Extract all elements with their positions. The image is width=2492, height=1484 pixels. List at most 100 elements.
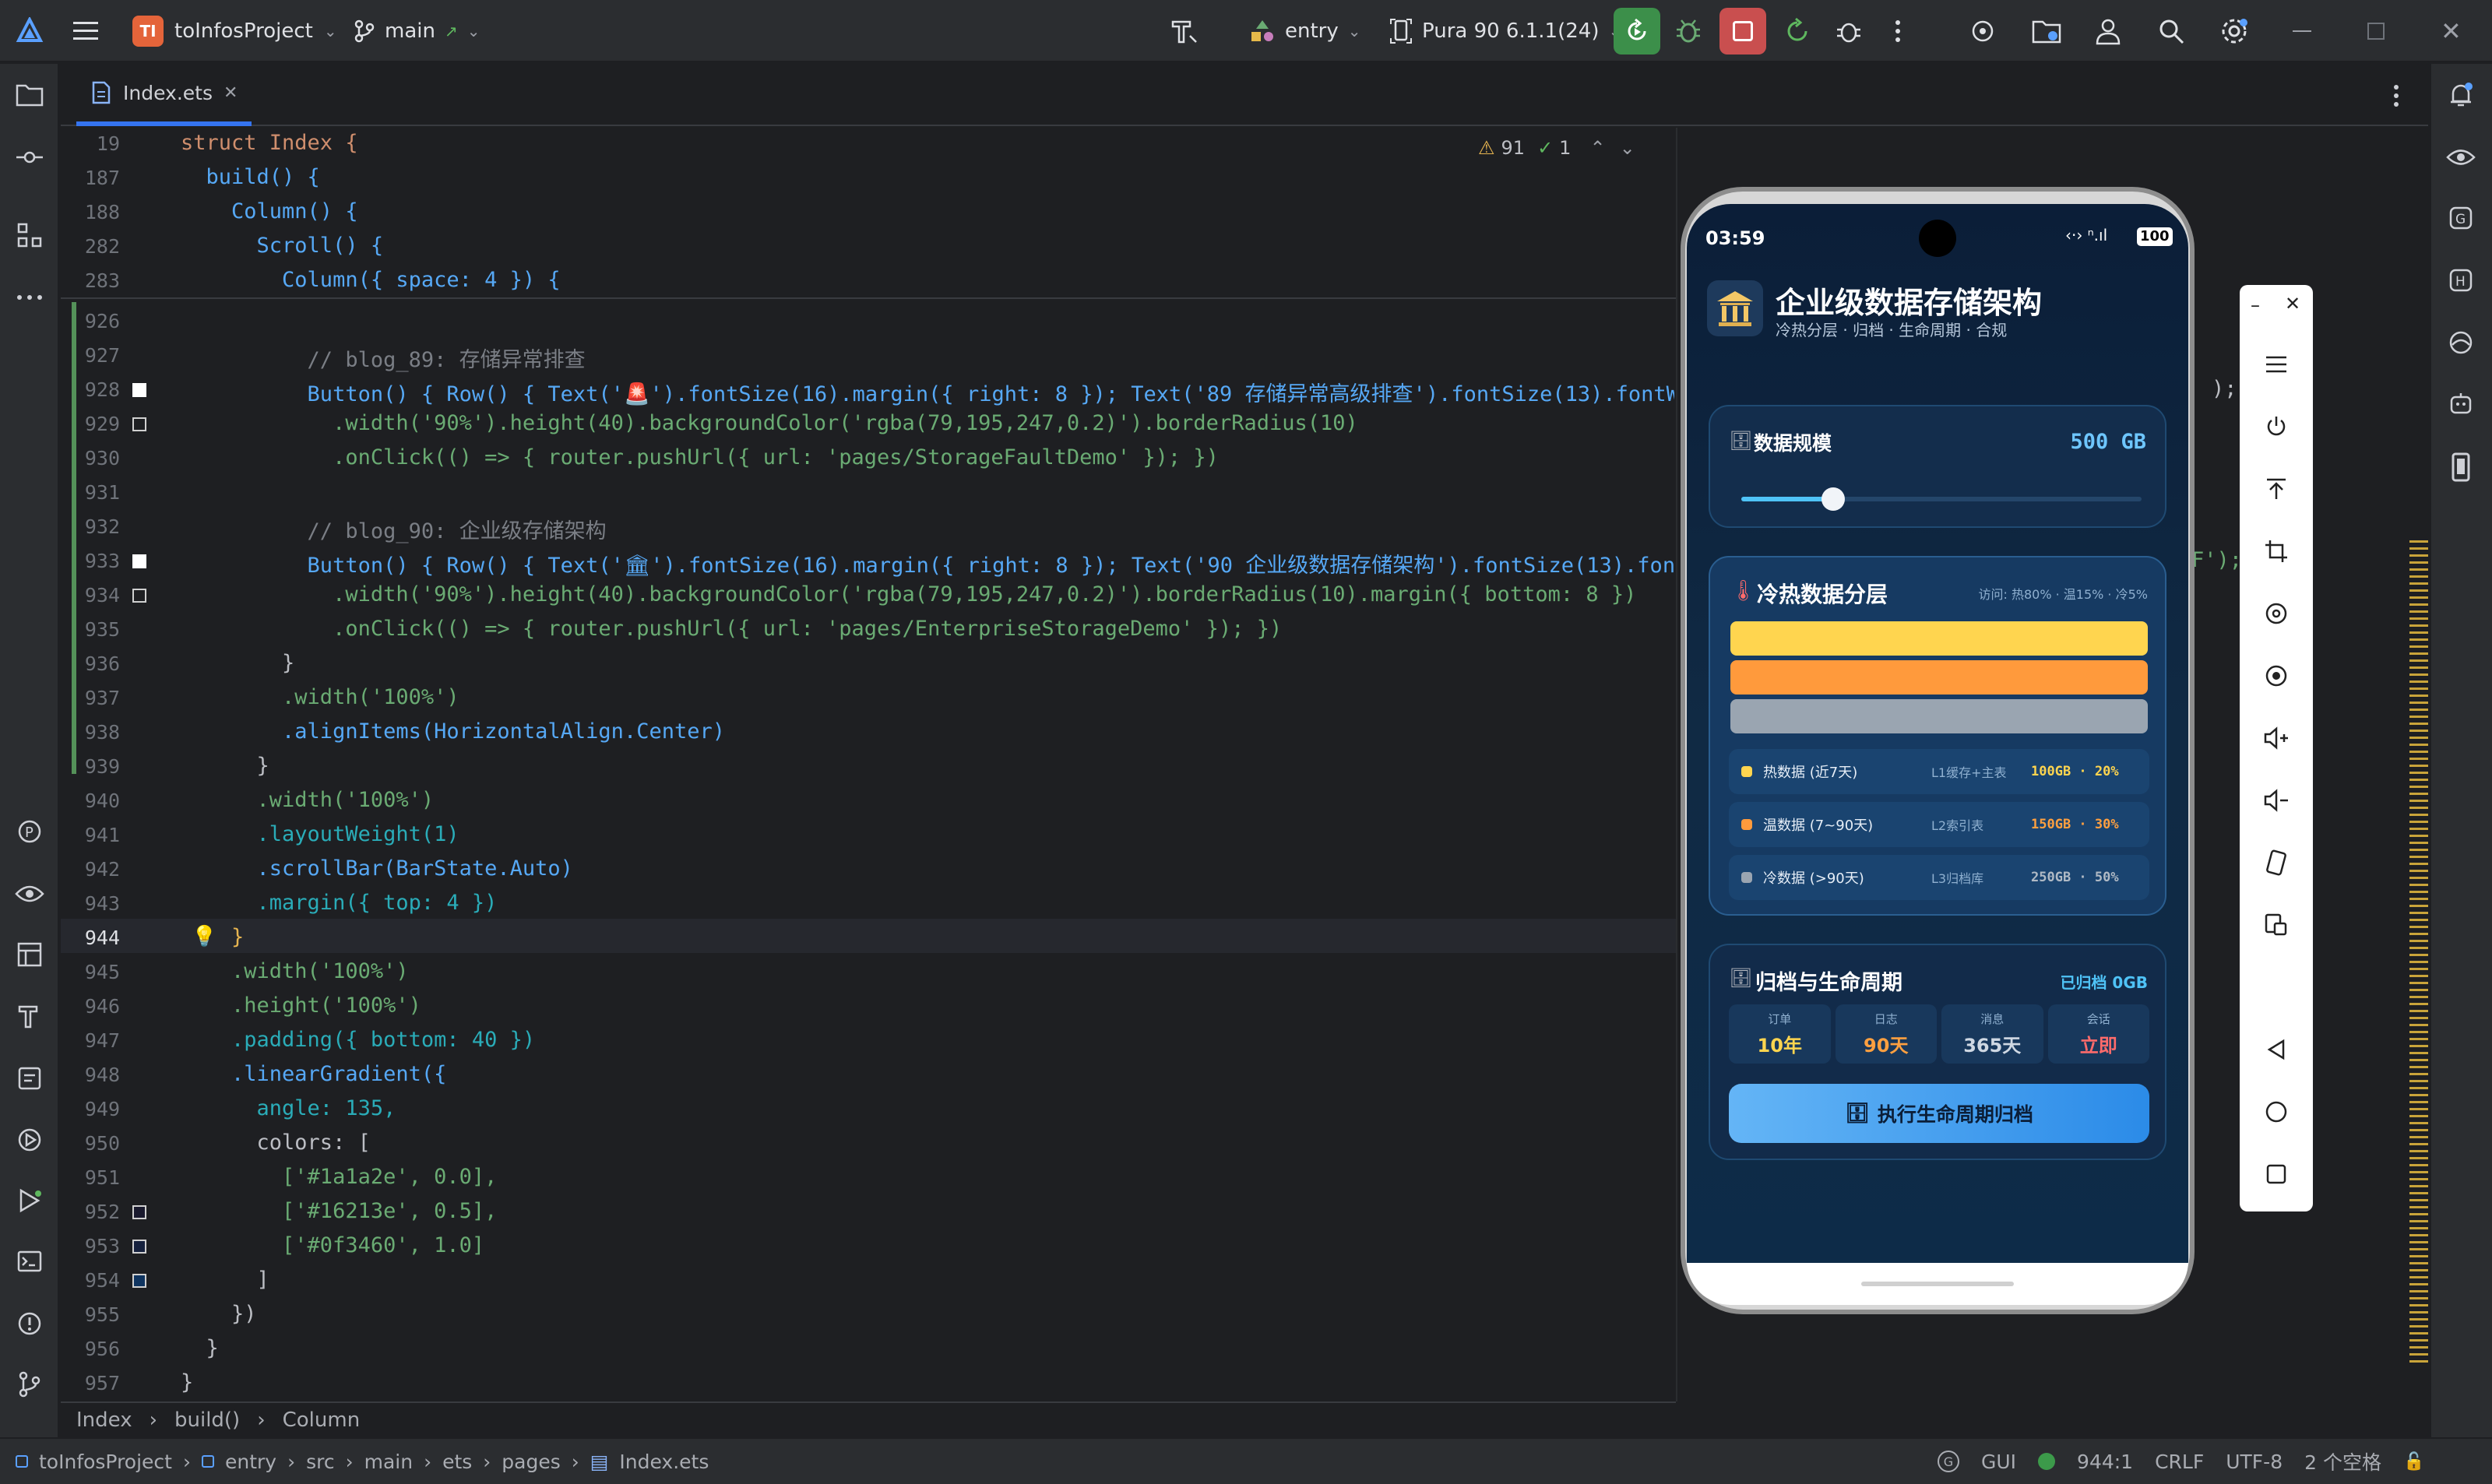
app-logo-icon[interactable] <box>16 0 44 62</box>
build-tool-icon[interactable] <box>11 997 48 1034</box>
phone-screen[interactable]: 03:59 ‹·› ⁿ.ıl 100 企业级数据存储架构 冷热分层 · 归档 ·… <box>1687 204 2188 1305</box>
color-swatch-icon[interactable] <box>132 1240 146 1254</box>
rerun-button[interactable] <box>1614 0 1660 62</box>
version-control-icon[interactable] <box>11 1366 48 1403</box>
branch-selector[interactable]: main ↗ ⌄ <box>354 0 480 62</box>
right-tool-strip: G H <box>2430 64 2492 1437</box>
code-line: .width('90%').height(40).backgroundColor… <box>181 411 1358 435</box>
attach-debugger-button[interactable] <box>1835 0 1863 62</box>
previewer-eye-icon[interactable] <box>2442 139 2480 176</box>
debug-button[interactable] <box>1674 0 1702 62</box>
more-actions-icon[interactable] <box>1894 0 1902 62</box>
line-separator[interactable]: CRLF <box>2155 1451 2204 1473</box>
minimize-icon[interactable] <box>2293 0 2311 62</box>
color-swatch-icon[interactable] <box>132 383 146 397</box>
codegenie-icon[interactable]: G <box>2442 199 2480 237</box>
screen-record-icon[interactable] <box>2258 657 2295 695</box>
project-selector[interactable]: TI toInfosProject ⌄ <box>132 0 337 62</box>
main-menu-icon[interactable] <box>72 0 100 62</box>
tier-title: 冷热数据分层 <box>1757 582 1888 607</box>
color-swatch-icon[interactable] <box>132 589 146 603</box>
scale-slider-fill <box>1741 497 1834 501</box>
settings-gear-icon[interactable] <box>2219 0 2249 62</box>
tab-index-ets[interactable]: Index.ets ✕ <box>76 64 252 126</box>
path-segment[interactable]: src <box>306 1451 335 1473</box>
device-manager-icon[interactable] <box>1969 0 1997 62</box>
close-tab-icon[interactable]: ✕ <box>224 83 238 103</box>
account-icon[interactable] <box>2095 0 2121 62</box>
color-swatch-icon[interactable] <box>132 1274 146 1288</box>
project-folder-icon[interactable] <box>11 76 48 114</box>
run-icon[interactable] <box>11 1182 48 1219</box>
build-hammer-icon[interactable] <box>1168 0 1199 62</box>
chevron-down-icon[interactable]: ⌄ <box>1620 137 1635 159</box>
recents-icon[interactable] <box>2258 1155 2295 1193</box>
upload-icon[interactable] <box>2258 470 2295 508</box>
crop-screenshot-icon[interactable] <box>2258 533 2295 570</box>
caret-position[interactable]: 944:1 <box>2077 1451 2133 1473</box>
color-swatch-icon[interactable] <box>132 1205 146 1219</box>
search-icon[interactable] <box>2157 0 2185 62</box>
chevron-up-icon[interactable]: ⌃ <box>1589 137 1605 159</box>
harmony-icon[interactable]: H <box>2442 262 2480 299</box>
problems-icon[interactable] <box>11 1305 48 1342</box>
maximize-icon[interactable] <box>2367 0 2385 62</box>
code-line: .width('100%') <box>181 788 435 812</box>
inspection-widget[interactable]: ⚠ 91 ✓ 1 ⌃ ⌄ <box>1478 137 1635 159</box>
structure-icon[interactable] <box>11 216 48 254</box>
database-table-icon[interactable] <box>11 936 48 973</box>
color-swatch-icon[interactable] <box>132 417 146 431</box>
path-segment[interactable]: pages <box>502 1451 560 1473</box>
path-segment[interactable]: toInfosProject <box>39 1451 172 1473</box>
terminal-icon[interactable] <box>11 1243 48 1280</box>
run-config-selector[interactable]: entry ⌄ <box>1249 0 1361 62</box>
preview-eye-icon[interactable] <box>11 875 48 913</box>
scrollbar-markers[interactable] <box>2409 540 2428 1366</box>
codegenie-status-icon[interactable]: G <box>1938 1451 1959 1472</box>
stop-button[interactable] <box>1719 0 1766 62</box>
breadcrumb-item[interactable]: Column <box>283 1408 361 1432</box>
robot-assistant-icon[interactable] <box>2442 385 2480 422</box>
power-icon[interactable] <box>2258 408 2295 445</box>
file-encoding[interactable]: UTF-8 <box>2226 1451 2283 1473</box>
services-icon[interactable] <box>11 1121 48 1159</box>
home-indicator[interactable] <box>1861 1282 2014 1286</box>
breadcrumb-item[interactable]: build() <box>174 1408 240 1432</box>
close-emulator-icon[interactable]: ✕ <box>2285 293 2300 315</box>
fold-device-icon[interactable] <box>2258 844 2295 881</box>
volume-up-icon[interactable] <box>2258 719 2295 757</box>
scale-slider[interactable] <box>1741 487 2142 511</box>
device-selector[interactable]: Pura 90 6.1.1(24) ⌄ <box>1389 0 1621 62</box>
home-icon[interactable] <box>2258 1093 2295 1131</box>
color-swatch-icon[interactable] <box>132 554 146 568</box>
code-line: ['#16213e', 0.5], <box>181 1199 498 1223</box>
emulator-menu-icon[interactable] <box>2258 346 2295 383</box>
commit-icon[interactable] <box>11 139 48 176</box>
path-segment[interactable]: ets <box>442 1451 472 1473</box>
rotate-icon[interactable] <box>2258 595 2295 632</box>
tab-options-icon[interactable] <box>2392 84 2400 111</box>
more-tools-icon[interactable] <box>11 279 48 316</box>
read-only-lock-icon[interactable]: 🔓 <box>2403 1452 2424 1472</box>
apply-changes-button[interactable] <box>1783 0 1811 62</box>
path-segment[interactable]: entry <box>225 1451 276 1473</box>
scale-slider-thumb[interactable] <box>1821 487 1846 511</box>
gui-indicator[interactable]: GUI <box>1981 1451 2016 1473</box>
profiler-icon[interactable]: P <box>11 813 48 850</box>
run-lifecycle-archive-button[interactable]: 🗄 执行生命周期归档 <box>1729 1084 2149 1143</box>
indent-setting[interactable]: 2 个空格 <box>2304 1447 2381 1475</box>
multi-screen-icon[interactable] <box>2258 906 2295 944</box>
close-window-icon[interactable]: ✕ <box>2441 0 2462 62</box>
project-structure-icon[interactable] <box>2031 0 2062 62</box>
code-editor[interactable]: 19 187 188 282 283 926 927 928 929 930 9… <box>61 128 1676 1401</box>
log-icon[interactable] <box>11 1059 48 1096</box>
app-analyzer-icon[interactable] <box>2442 324 2480 361</box>
breadcrumb-item[interactable]: Index <box>76 1408 132 1432</box>
back-icon[interactable] <box>2258 1031 2295 1068</box>
minimize-emulator-icon[interactable]: – <box>2251 294 2260 316</box>
path-segment[interactable]: main <box>364 1451 413 1473</box>
emulator-device-icon[interactable] <box>2442 448 2480 486</box>
path-segment[interactable]: Index.ets <box>619 1451 709 1473</box>
notifications-bell-icon[interactable] <box>2442 76 2480 114</box>
volume-down-icon[interactable] <box>2258 782 2295 819</box>
